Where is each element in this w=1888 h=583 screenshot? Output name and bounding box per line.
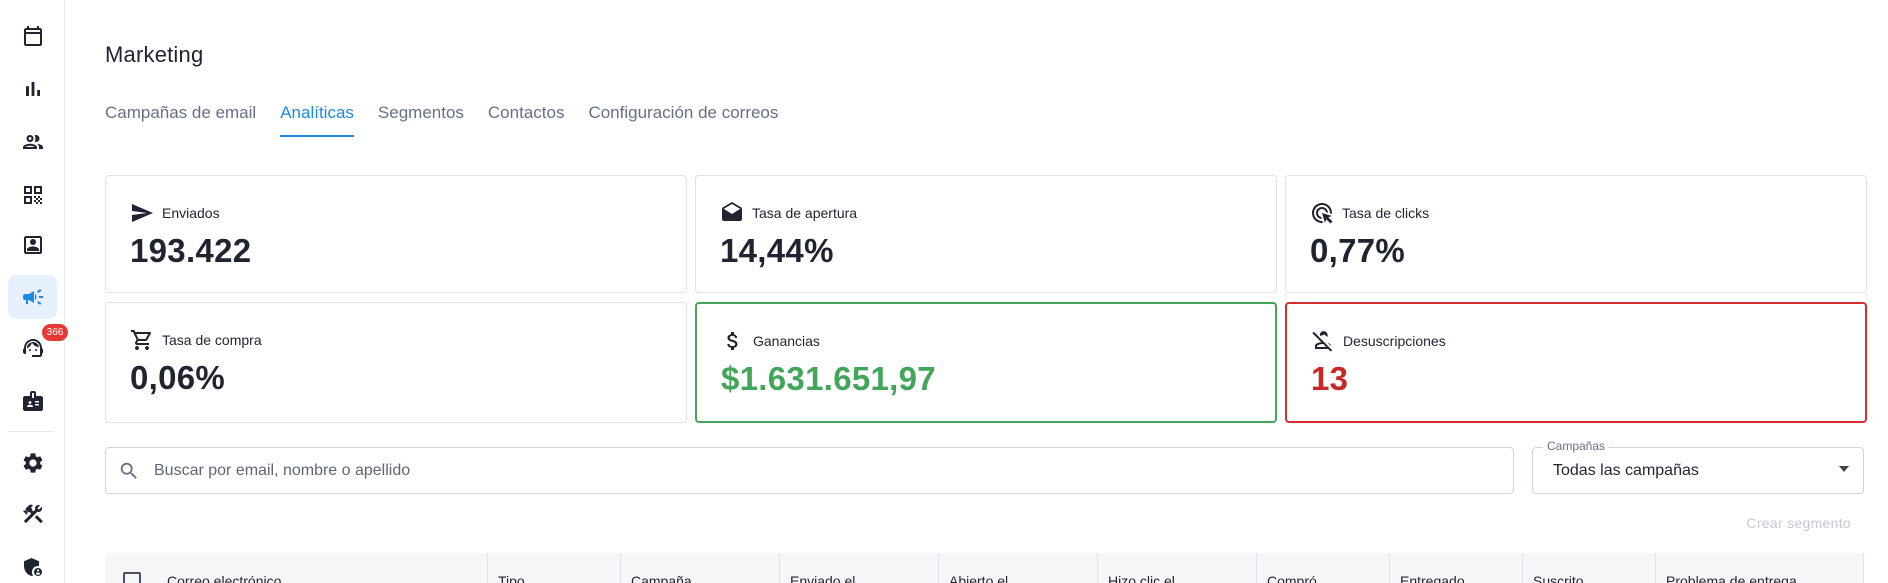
tab-contacts[interactable]: Contactos bbox=[488, 103, 565, 137]
settings-icon bbox=[23, 453, 42, 473]
stat-value: 0,77% bbox=[1310, 232, 1406, 269]
stat-card-open-rate: Tasa de apertura 14,44% bbox=[695, 175, 1277, 293]
tools-icon bbox=[22, 504, 43, 524]
column-header-sent-at[interactable]: Enviado el bbox=[780, 553, 939, 583]
sidebar-item-contacts[interactable] bbox=[8, 223, 57, 267]
sidebar-item-tools[interactable] bbox=[8, 492, 57, 536]
mail-open-icon bbox=[722, 202, 742, 221]
column-header-campaign[interactable]: Campaña bbox=[621, 553, 780, 583]
dollar-icon bbox=[727, 332, 738, 350]
column-header-type[interactable]: Tipo bbox=[488, 553, 621, 583]
stat-label: Tasa de clicks bbox=[1342, 205, 1430, 221]
contact-card-icon bbox=[23, 236, 42, 254]
stat-value: $1.631.651,97 bbox=[721, 360, 936, 397]
column-header-email[interactable]: Correo electrónico bbox=[157, 553, 488, 583]
column-header-subscribed[interactable]: Suscrito bbox=[1523, 553, 1656, 583]
page-title: Marketing bbox=[105, 42, 204, 67]
campaign-select[interactable]: Campañas Todas las campañas bbox=[1532, 439, 1864, 494]
sidebar-divider bbox=[8, 431, 54, 432]
sidebar-item-admin[interactable] bbox=[8, 545, 57, 583]
bar-chart-icon bbox=[25, 82, 40, 96]
stat-value: 13 bbox=[1311, 360, 1349, 397]
create-segment-button[interactable]: Crear segmento bbox=[1746, 515, 1851, 531]
stat-label: Tasa de compra bbox=[162, 332, 262, 348]
ads-click-icon bbox=[1312, 203, 1333, 224]
tab-email-settings[interactable]: Configuración de correos bbox=[588, 103, 778, 137]
stat-label: Ganancias bbox=[753, 333, 820, 349]
select-all-checkbox[interactable] bbox=[105, 553, 157, 583]
tab-bar: Campañas de email Analíticas Segmentos C… bbox=[105, 103, 802, 137]
checkbox-icon bbox=[123, 572, 141, 583]
sidebar-item-analytics[interactable] bbox=[8, 67, 57, 111]
stat-value: 14,44% bbox=[720, 232, 834, 269]
caret-down-icon bbox=[1839, 466, 1849, 472]
sidebar-item-calendar[interactable] bbox=[8, 14, 57, 58]
table-header: Correo electrónico Tipo Campaña Enviado … bbox=[105, 553, 1864, 583]
campaign-select-value: Todas las campañas bbox=[1553, 462, 1699, 479]
column-header-delivery-problem[interactable]: Problema de entrega bbox=[1656, 553, 1864, 583]
send-icon bbox=[132, 204, 153, 222]
sidebar-item-settings[interactable] bbox=[8, 441, 57, 485]
sidebar-item-employees[interactable] bbox=[8, 379, 57, 423]
tab-segments[interactable]: Segmentos bbox=[378, 103, 464, 137]
megaphone-icon bbox=[22, 289, 43, 305]
search-box bbox=[105, 447, 1514, 494]
admin-shield-icon bbox=[23, 558, 42, 576]
sidebar-item-support[interactable]: 366 bbox=[8, 324, 68, 370]
stat-label: Enviados bbox=[162, 205, 220, 221]
person-off-icon bbox=[1312, 331, 1333, 352]
tab-analytics[interactable]: Analíticas bbox=[280, 103, 354, 137]
stat-card-unsubscribes: Desuscripciones 13 bbox=[1285, 302, 1867, 423]
sidebar-item-qr[interactable] bbox=[8, 173, 57, 217]
sidebar-item-customers[interactable] bbox=[8, 120, 57, 164]
stat-value: 193.422 bbox=[130, 232, 252, 269]
support-agent-icon bbox=[22, 339, 43, 357]
stat-card-revenue: Ganancias $1.631.651,97 bbox=[695, 302, 1277, 423]
badge-icon bbox=[22, 391, 43, 411]
column-header-opened-at[interactable]: Abierto el bbox=[939, 553, 1098, 583]
column-header-clicked-at[interactable]: Hizo clic el bbox=[1098, 553, 1257, 583]
stat-card-sent: Enviados 193.422 bbox=[105, 175, 687, 293]
qr-code-icon bbox=[23, 186, 42, 204]
stat-label: Desuscripciones bbox=[1343, 333, 1446, 349]
calendar-icon bbox=[23, 26, 42, 46]
notification-badge: 366 bbox=[42, 324, 68, 341]
column-header-delivered[interactable]: Entregado bbox=[1390, 553, 1523, 583]
column-header-purchased[interactable]: Compró bbox=[1257, 553, 1390, 583]
sidebar-item-marketing[interactable] bbox=[8, 275, 57, 319]
search-input[interactable] bbox=[154, 461, 1454, 480]
campaign-select-label: Campañas bbox=[1543, 439, 1610, 453]
stat-label: Tasa de apertura bbox=[752, 205, 858, 221]
search-icon bbox=[120, 462, 137, 479]
sidebar: 366 bbox=[0, 0, 68, 583]
tab-email-campaigns[interactable]: Campañas de email bbox=[105, 103, 256, 137]
stat-value: 0,06% bbox=[130, 359, 226, 396]
stat-card-click-rate: Tasa de clicks 0,77% bbox=[1285, 175, 1867, 293]
people-icon bbox=[22, 135, 43, 149]
shopping-cart-icon bbox=[131, 330, 152, 350]
stat-card-purchase-rate: Tasa de compra 0,06% bbox=[105, 302, 687, 423]
